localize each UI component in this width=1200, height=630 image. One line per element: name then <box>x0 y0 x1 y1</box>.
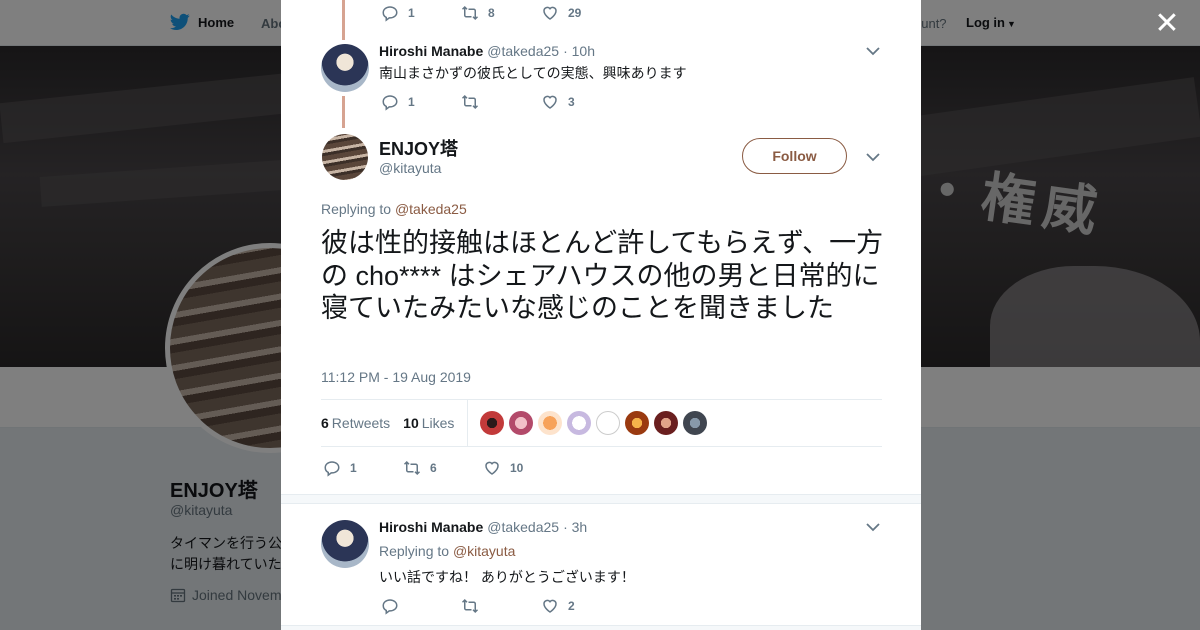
liker-avatar[interactable] <box>683 411 708 435</box>
like-icon <box>543 599 557 613</box>
follow-button[interactable]: Follow <box>742 138 847 174</box>
reply-icon <box>382 95 398 111</box>
replying-prefix: Replying to <box>379 543 450 559</box>
replying-to: Replying to @kitayuta <box>379 543 515 559</box>
tweet-actions: 1 8 29 <box>381 4 621 22</box>
author-name[interactable]: Hiroshi Manabe <box>379 43 483 59</box>
tweet-stats: 6 Retweets 10 Likes <box>321 399 882 447</box>
reply-icon <box>382 6 398 22</box>
retweet-icon <box>461 598 479 614</box>
likes-stat[interactable]: 10 Likes <box>403 415 454 431</box>
liker-avatar[interactable] <box>567 411 592 435</box>
retweet-icon <box>461 5 479 21</box>
thread-line <box>342 96 345 128</box>
likes-stat-count: 10 <box>403 415 419 431</box>
reply-button[interactable] <box>381 597 461 615</box>
thread-line <box>342 0 345 40</box>
retweet-button[interactable] <box>461 597 541 615</box>
liker-avatars <box>480 411 708 435</box>
liker-avatar[interactable] <box>538 411 563 435</box>
author-name[interactable]: Hiroshi Manabe <box>379 519 483 535</box>
reply-button[interactable]: 1 <box>381 93 461 111</box>
liker-avatar[interactable] <box>654 411 679 435</box>
reply-count: 1 <box>350 461 357 475</box>
tweet-time[interactable]: · 3h <box>563 519 587 535</box>
liker-avatar[interactable] <box>509 411 534 435</box>
tweet-actions: 1 3 <box>381 93 621 111</box>
chevron-down-icon[interactable] <box>866 522 880 532</box>
reply-count: 1 <box>408 95 415 109</box>
avatar[interactable] <box>321 520 369 568</box>
replying-prefix: Replying to <box>321 201 392 217</box>
author-name[interactable]: ENJOY塔 <box>379 135 458 161</box>
tweet-timestamp[interactable]: 11:12 PM - 19 Aug 2019 <box>321 369 471 385</box>
author-handle[interactable]: @kitayuta <box>379 160 441 176</box>
replying-to-link[interactable]: @takeda25 <box>395 201 467 217</box>
tweet-actions: 2 <box>381 597 621 615</box>
retweet-button[interactable]: 8 <box>461 4 541 22</box>
liker-avatar[interactable] <box>596 411 621 435</box>
chevron-down-icon[interactable] <box>866 46 880 56</box>
divider <box>281 494 921 504</box>
reply-count: 1 <box>408 6 415 20</box>
like-button[interactable]: 2 <box>541 597 621 615</box>
like-count: 3 <box>568 95 575 109</box>
like-button[interactable]: 10 <box>483 459 563 477</box>
reply-button[interactable]: 1 <box>381 4 461 22</box>
tweet-header: Hiroshi Manabe @takeda25 · 3h <box>379 519 587 535</box>
retweets-stat[interactable]: 6 Retweets <box>321 415 390 431</box>
tweet-text: いい話ですね！ ありがとうございます！ <box>379 569 635 585</box>
tweet-text: 彼は性的接触はほとんど許してもらえず、一方の cho**** はシェアハウスの他… <box>321 228 884 323</box>
retweet-button[interactable] <box>461 93 541 111</box>
retweet-icon <box>461 94 479 110</box>
tweet-actions: 1 6 10 <box>323 459 563 477</box>
reply-icon <box>382 599 398 615</box>
replying-to-link[interactable]: @kitayuta <box>453 543 515 559</box>
likes-stat-label: Likes <box>421 415 455 431</box>
retweet-icon <box>403 460 421 476</box>
like-button[interactable]: 3 <box>541 93 621 111</box>
like-count: 2 <box>568 599 575 613</box>
like-icon <box>543 6 557 20</box>
chevron-down-icon[interactable] <box>866 152 880 162</box>
tweet-header: Hiroshi Manabe @takeda25 · 10h <box>379 43 595 59</box>
retweet-button[interactable]: 6 <box>403 459 483 477</box>
tweet-text: 南山まさかずの彼氏としての実態、興味あります <box>379 65 687 81</box>
avatar[interactable] <box>321 44 369 92</box>
tweet-modal: 1 8 29 Hiroshi Manabe @takeda25 · 10h 南山… <box>281 0 921 630</box>
retweets-stat-label: Retweets <box>331 415 391 431</box>
like-icon <box>485 461 499 475</box>
liker-avatar[interactable] <box>625 411 650 435</box>
like-count: 29 <box>568 6 582 20</box>
tweet-time[interactable]: · 10h <box>563 43 595 59</box>
like-icon <box>543 95 557 109</box>
like-button[interactable]: 29 <box>541 4 621 22</box>
retweet-count: 6 <box>430 461 437 475</box>
like-count: 10 <box>510 461 524 475</box>
close-icon[interactable]: ✕ <box>1154 9 1180 39</box>
retweets-stat-count: 6 <box>321 415 329 431</box>
author-handle[interactable]: @takeda25 <box>487 43 559 59</box>
liker-avatar[interactable] <box>480 411 505 435</box>
reply-button[interactable]: 1 <box>323 459 403 477</box>
author-handle[interactable]: @takeda25 <box>487 519 559 535</box>
divider <box>281 625 921 630</box>
retweet-count: 8 <box>488 6 495 20</box>
replying-to: Replying to @takeda25 <box>321 201 467 217</box>
reply-icon <box>324 461 340 477</box>
avatar[interactable] <box>322 134 368 180</box>
